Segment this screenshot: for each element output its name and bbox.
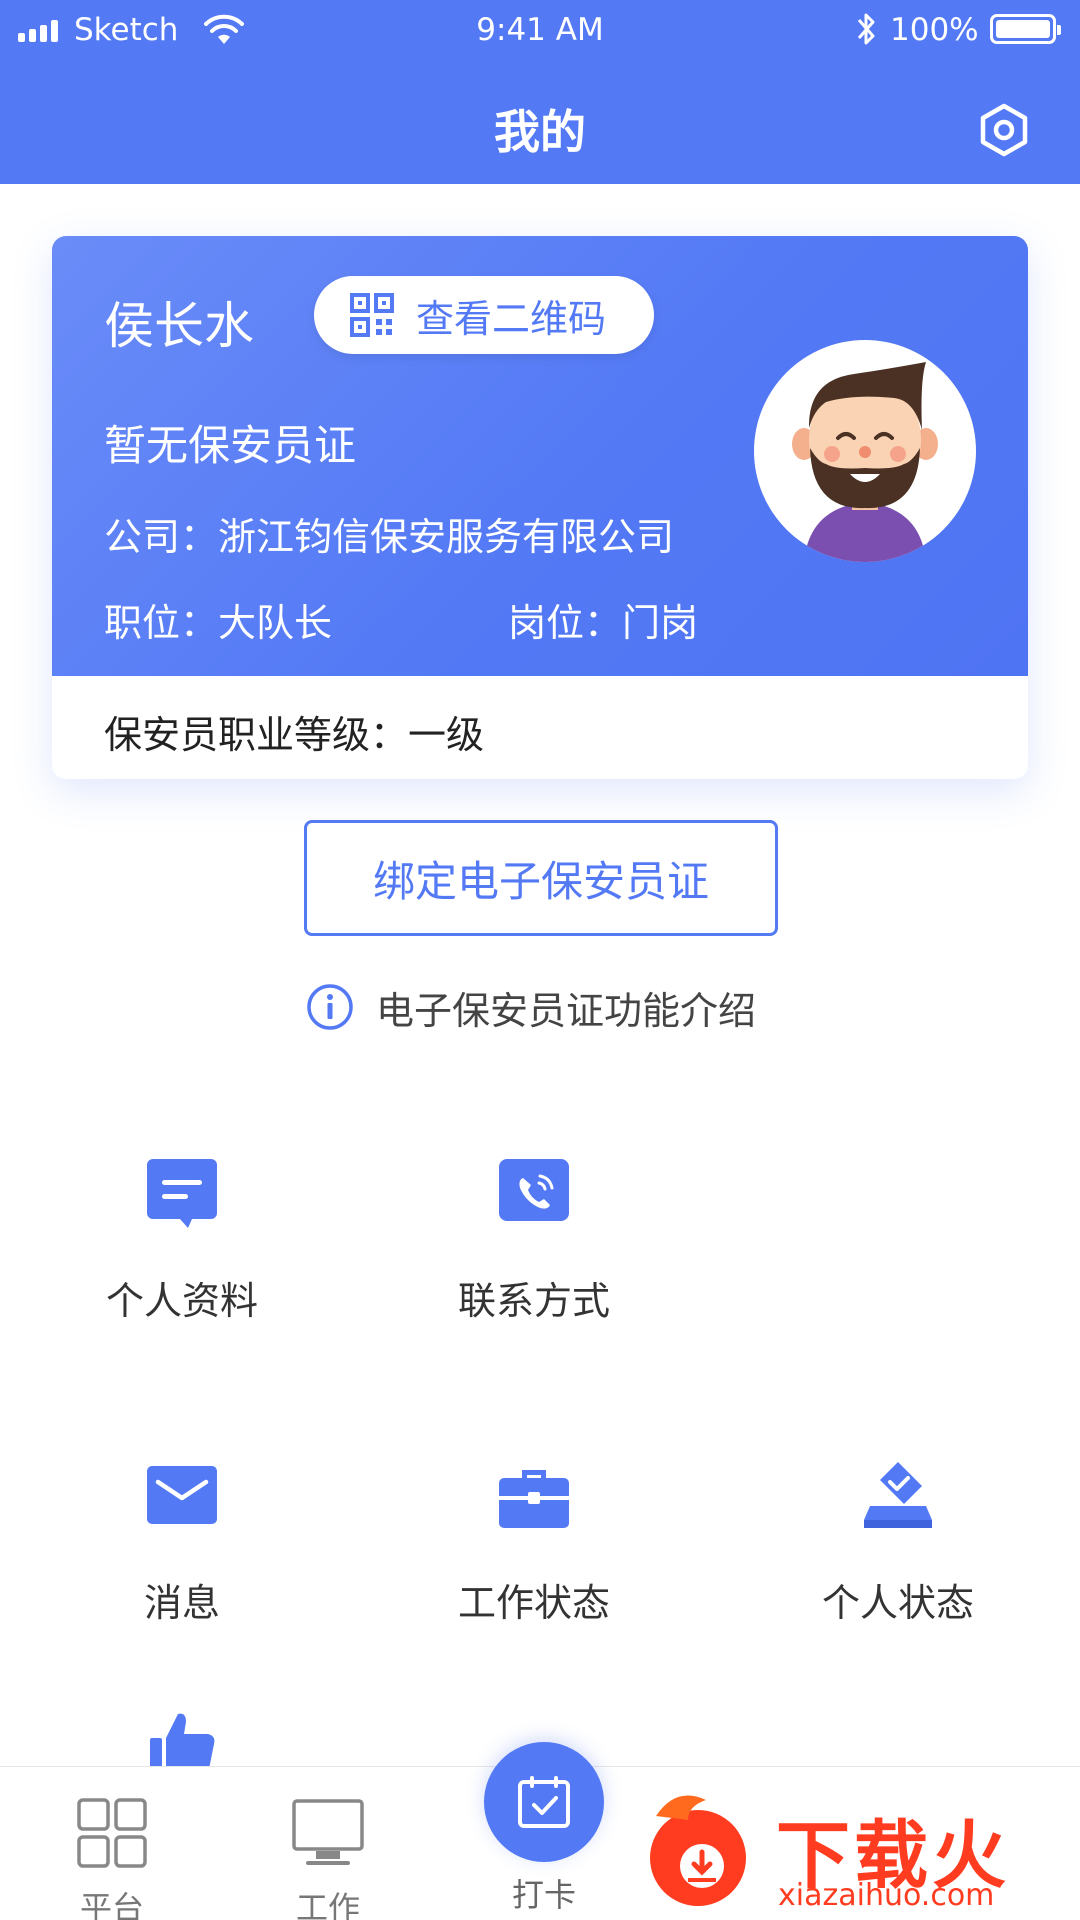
menu-label: 消息 xyxy=(143,1581,220,1625)
post-field: 岗位：门岗 xyxy=(508,601,699,645)
avatar-illustration xyxy=(792,362,938,562)
cert-status: 暂无保安员证 xyxy=(104,421,357,470)
battery-icon xyxy=(990,14,1061,44)
view-qr-button[interactable]: 查看二维码 xyxy=(314,276,654,354)
company-field: 公司：浙江钧信保安服务有限公司 xyxy=(104,515,675,559)
bind-certificate-button[interactable]: 绑定电子保安员证 xyxy=(304,820,778,936)
phone-icon xyxy=(499,1159,569,1221)
header: Sketch 9:41 AM 100% 我的 xyxy=(0,0,1080,184)
menu-item-like[interactable] xyxy=(32,1708,332,1766)
page-title: 我的 xyxy=(494,105,586,159)
nav-work[interactable]: 工作 xyxy=(258,1797,398,1920)
briefcase-icon xyxy=(499,1470,569,1528)
menu-item-messages[interactable]: 消息 xyxy=(32,1458,332,1627)
message-icon xyxy=(147,1466,217,1524)
feature-intro-link[interactable]: 电子保安员证功能介绍 xyxy=(306,980,756,1034)
menu-label: 工作状态 xyxy=(457,1581,610,1625)
menu-item-contact[interactable]: 联系方式 xyxy=(384,1156,684,1325)
profile-card: 侯长水 查看二维码 暂无保安员证 公司：浙江钧信保安服务有限公司 职位：大队长 … xyxy=(52,236,1028,779)
bluetooth-icon xyxy=(857,13,875,45)
battery-percent: 100% xyxy=(890,12,979,48)
nav-label: 工作 xyxy=(295,1889,360,1920)
status-bar: Sketch 9:41 AM 100% xyxy=(0,0,1080,64)
profile-card-header: 侯长水 查看二维码 暂无保安员证 公司：浙江钧信保安服务有限公司 职位：大队长 … xyxy=(52,236,1028,676)
menu-label: 个人资料 xyxy=(105,1279,258,1323)
profile-name: 侯长水 xyxy=(104,297,254,355)
ballot-check-icon xyxy=(864,1462,932,1528)
qr-code-icon xyxy=(350,293,394,337)
avatar[interactable] xyxy=(754,340,976,562)
security-level: 保安员职业等级：一级 xyxy=(104,713,485,757)
monitor-icon xyxy=(292,1799,364,1865)
info-icon xyxy=(307,984,353,1030)
menu-label: 个人状态 xyxy=(821,1581,974,1625)
profile-card-icon xyxy=(147,1159,217,1228)
position-field: 职位：大队长 xyxy=(104,601,333,645)
menu-label: 联系方式 xyxy=(457,1279,610,1323)
calendar-check-icon xyxy=(518,1776,570,1828)
watermark-url: xiazaihuo.com xyxy=(778,1878,995,1913)
grid-icon xyxy=(77,1798,147,1868)
menu-item-profile[interactable]: 个人资料 xyxy=(32,1156,332,1325)
feature-intro-label: 电子保安员证功能介绍 xyxy=(376,988,757,1033)
nav-checkin-button[interactable] xyxy=(484,1742,604,1862)
nav-platform[interactable]: 平台 xyxy=(42,1797,182,1920)
menu-item-work-status[interactable]: 工作状态 xyxy=(384,1458,684,1627)
view-qr-label: 查看二维码 xyxy=(416,296,607,341)
menu-item-personal-status[interactable]: 个人状态 xyxy=(748,1458,1048,1627)
settings-icon[interactable] xyxy=(976,102,1032,158)
nav-label: 平台 xyxy=(79,1889,144,1920)
nav-checkin-label: 打卡 xyxy=(511,1876,576,1914)
thumbs-up-icon xyxy=(150,1713,215,1766)
